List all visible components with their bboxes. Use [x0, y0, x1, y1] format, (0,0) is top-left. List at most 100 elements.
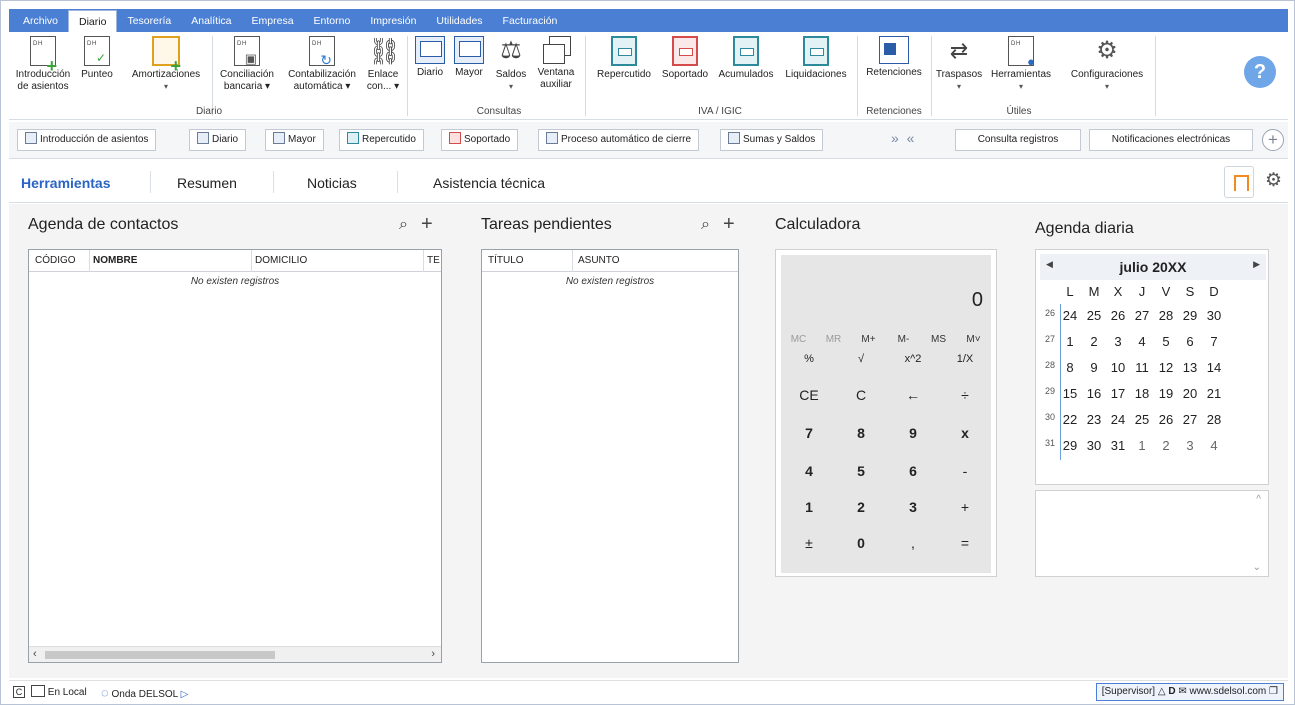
col-codigo[interactable]: CÓDIGO — [35, 255, 76, 266]
menu-diario[interactable]: Diario — [68, 10, 118, 32]
col-nombre[interactable]: NOMBRE — [93, 255, 137, 266]
quick-soportado-button[interactable]: Soportado — [441, 129, 519, 151]
acumulados-button[interactable]: Acumulados — [713, 36, 779, 81]
calendar-day[interactable]: 27 — [1130, 308, 1154, 323]
consulta-registros-button[interactable]: Consulta registros — [955, 129, 1081, 151]
amortizaciones-button[interactable]: Amortizaciones ▾ — [125, 36, 207, 93]
configuraciones-button[interactable]: ⚙ Configuraciones ▾ — [1065, 36, 1149, 93]
calendar-day[interactable]: 9 — [1082, 360, 1106, 375]
retenciones-button[interactable]: Retenciones — [861, 36, 927, 79]
enlace-button[interactable]: ⛓ Enlace con... ▾ — [363, 36, 403, 93]
tab-resumen[interactable]: Resumen — [177, 175, 237, 191]
calendar-day[interactable]: 10 — [1106, 360, 1130, 375]
tab-asistencia-tecnica[interactable]: Asistencia técnica — [433, 175, 545, 191]
scroll-arrows-icon[interactable]: » « — [891, 130, 916, 146]
saldos-button[interactable]: ⚖ Saldos ▾ — [491, 36, 531, 93]
calendar-day[interactable]: 7 — [1202, 334, 1226, 349]
repercutido-button[interactable]: Repercutido — [591, 36, 657, 81]
calc-key[interactable]: x^2 — [887, 343, 939, 375]
quick-sumas-saldos-button[interactable]: Sumas y Saldos — [720, 129, 824, 151]
herramientas-button[interactable]: Herramientas ▾ — [985, 36, 1057, 93]
supervisor-label[interactable]: [Supervisor] — [1102, 686, 1155, 697]
menu-entorno[interactable]: Entorno — [304, 10, 361, 32]
calc-key[interactable]: 2 — [835, 491, 887, 523]
calc-key[interactable]: 9 — [887, 417, 939, 449]
calc-key[interactable]: √ — [835, 343, 887, 375]
calc-key[interactable]: 3 — [887, 491, 939, 523]
col-titulo[interactable]: TÍTULO — [488, 255, 524, 266]
calc-key[interactable]: 8 — [835, 417, 887, 449]
add-contact-icon[interactable]: + — [421, 213, 433, 236]
scroll-right-icon[interactable]: › — [431, 648, 435, 660]
calc-key[interactable]: + — [939, 491, 991, 523]
calc-key[interactable]: 0 — [835, 527, 887, 559]
search-icon[interactable]: ⌕ — [701, 216, 710, 234]
next-month-icon[interactable]: ▶ — [1253, 259, 1260, 270]
calendar-day[interactable]: 30 — [1082, 438, 1106, 453]
ventana-auxiliar-button[interactable]: Ventana auxiliar — [535, 36, 577, 91]
calendar-day[interactable]: 26 — [1106, 308, 1130, 323]
add-shortcut-icon[interactable]: + — [1262, 129, 1284, 151]
diario-button[interactable]: Diario — [411, 36, 449, 79]
calendar-day[interactable]: 15 — [1058, 386, 1082, 401]
calendar-day[interactable]: 13 — [1178, 360, 1202, 375]
calendar-day[interactable]: 27 — [1178, 412, 1202, 427]
calendar-day[interactable]: 28 — [1154, 308, 1178, 323]
window-restore-icon[interactable]: ❐ — [1269, 686, 1278, 697]
traspasos-button[interactable]: ⇄ Traspasos ▾ — [935, 36, 983, 93]
contacts-grid[interactable]: CÓDIGO NOMBRE DOMICILIO TE No existen re… — [28, 249, 442, 663]
calendar-day[interactable]: 23 — [1082, 412, 1106, 427]
calendar-day[interactable]: 26 — [1154, 412, 1178, 427]
status-local[interactable]: En Local — [31, 685, 87, 698]
menu-utilidades[interactable]: Utilidades — [426, 10, 492, 32]
calendar-day[interactable]: 3 — [1106, 334, 1130, 349]
quick-mayor-button[interactable]: Mayor — [265, 129, 324, 151]
website-link[interactable]: www.sdelsol.com — [1190, 686, 1267, 697]
add-task-icon[interactable]: + — [723, 213, 735, 236]
scroll-up-icon[interactable]: ^ — [1256, 494, 1261, 505]
calc-key[interactable]: x — [939, 417, 991, 449]
calendar-day[interactable]: 18 — [1130, 386, 1154, 401]
calendar-day[interactable]: 2 — [1154, 438, 1178, 453]
menu-facturacion[interactable]: Facturación — [493, 10, 568, 32]
calc-key[interactable]: 1 — [783, 491, 835, 523]
mayor-button[interactable]: Mayor — [451, 36, 487, 79]
bookmark-icon[interactable] — [1224, 166, 1254, 198]
calendar-day[interactable]: 20 — [1178, 386, 1202, 401]
calc-key[interactable]: C — [835, 379, 887, 411]
quick-repercutido-button[interactable]: Repercutido — [339, 129, 424, 151]
calendar-month[interactable]: julio 20XX — [1040, 259, 1266, 275]
help-icon[interactable]: ? — [1244, 56, 1276, 88]
calendar-day[interactable]: 31 — [1106, 438, 1130, 453]
calendar-day[interactable]: 25 — [1082, 308, 1106, 323]
calendar-day[interactable]: 2 — [1082, 334, 1106, 349]
punteo-button[interactable]: Punteo — [77, 36, 117, 81]
calendar-day[interactable]: 12 — [1154, 360, 1178, 375]
search-icon[interactable]: ⌕ — [399, 216, 408, 234]
contabilizacion-button[interactable]: Contabilización automática ▾ — [283, 36, 361, 93]
calendar-day[interactable]: 14 — [1202, 360, 1226, 375]
col-asunto[interactable]: ASUNTO — [578, 255, 620, 266]
calendar-day[interactable]: 29 — [1178, 308, 1202, 323]
notificaciones-button[interactable]: Notificaciones electrónicas — [1089, 129, 1253, 151]
calc-key[interactable]: 4 — [783, 455, 835, 487]
warning-icon[interactable]: △ — [1158, 686, 1166, 697]
menu-archivo[interactable]: Archivo — [13, 10, 68, 32]
calc-key[interactable]: ← — [887, 379, 939, 411]
liquidaciones-button[interactable]: Liquidaciones — [781, 36, 851, 81]
quick-cierre-button[interactable]: Proceso automático de cierre — [538, 129, 700, 151]
calendar-day[interactable]: 24 — [1106, 412, 1130, 427]
quick-introduccion-button[interactable]: Introducción de asientos — [17, 129, 157, 151]
calendar-day[interactable]: 29 — [1058, 438, 1082, 453]
calendar-day[interactable]: 4 — [1202, 438, 1226, 453]
calendar-day[interactable]: 3 — [1178, 438, 1202, 453]
calc-key[interactable]: ÷ — [939, 379, 991, 411]
calendar-day[interactable]: 22 — [1058, 412, 1082, 427]
settings-gear-icon[interactable]: ⚙ — [1265, 169, 1282, 192]
calendar-day[interactable]: 19 — [1154, 386, 1178, 401]
tasks-grid[interactable]: TÍTULO ASUNTO No existen registros — [481, 249, 739, 663]
tab-herramientas[interactable]: Herramientas — [21, 175, 111, 191]
delsol-icon[interactable]: D — [1168, 686, 1175, 697]
calendar-day[interactable]: 8 — [1058, 360, 1082, 375]
calc-key[interactable]: - — [939, 455, 991, 487]
